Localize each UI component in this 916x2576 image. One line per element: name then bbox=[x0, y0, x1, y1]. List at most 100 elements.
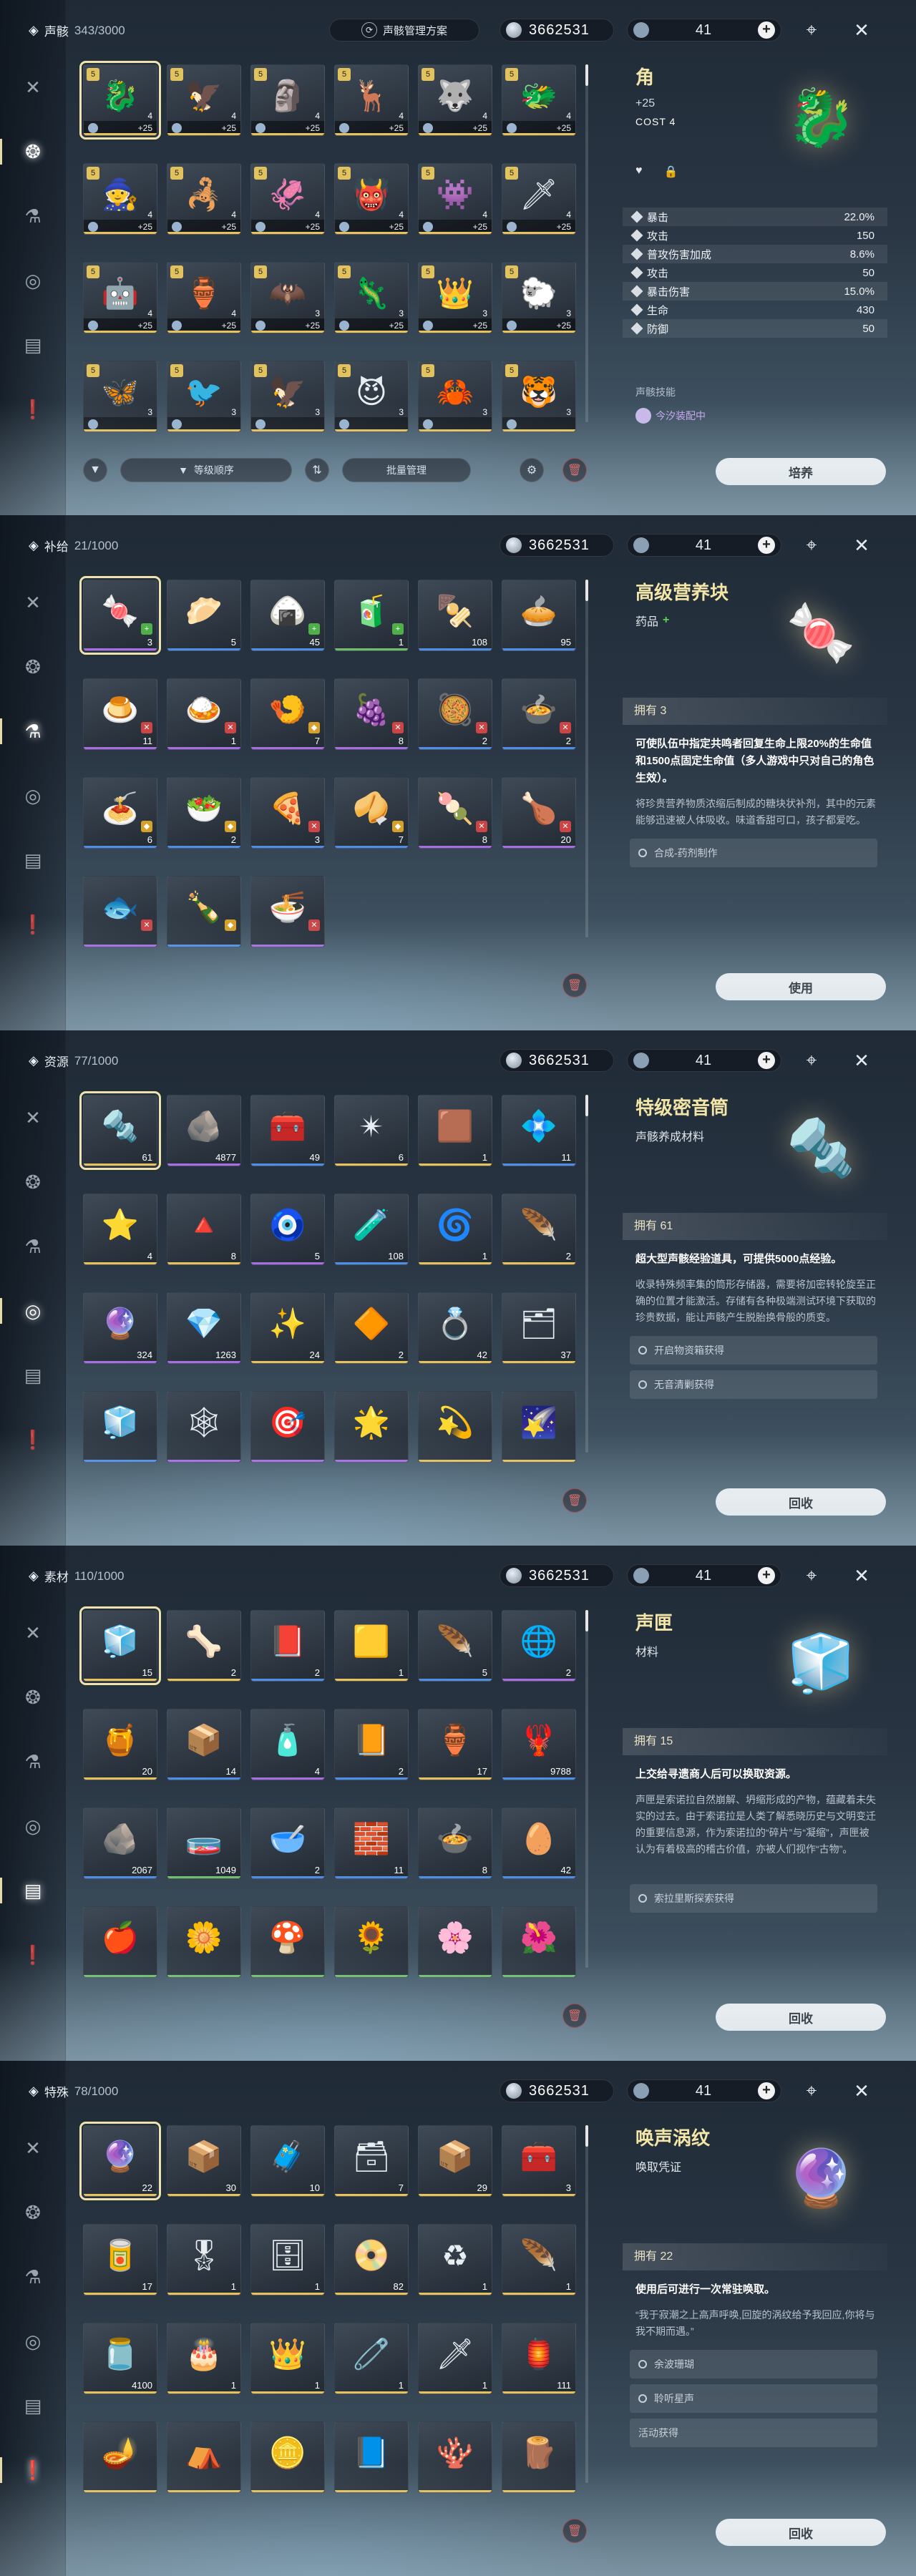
echo-slot[interactable]: 5 👑 3 +25 bbox=[418, 262, 492, 333]
lock-icon[interactable]: 🔒 bbox=[664, 165, 678, 179]
item-source-link[interactable]: 余波珊瑚 bbox=[630, 2350, 877, 2379]
item-source-link[interactable]: 合成-药剂制作 bbox=[630, 839, 877, 867]
item-slot[interactable]: 🍬 + 3 bbox=[79, 576, 161, 655]
item-slot[interactable]: 👑 1 bbox=[250, 2323, 325, 2394]
item-slot[interactable]: 💎 1263 bbox=[167, 1292, 241, 1364]
nav-supplies-capsule-icon[interactable]: ⚗ bbox=[0, 716, 49, 747]
nav-materials-icon[interactable]: ▤ bbox=[17, 2390, 49, 2421]
scroll-thumb[interactable] bbox=[585, 1095, 588, 1116]
item-slot[interactable]: 🦞 9788 bbox=[502, 1709, 576, 1780]
item-slot[interactable]: 🍤 ◆ 7 bbox=[250, 678, 325, 750]
item-slot[interactable]: 🍲 ✕ 2 bbox=[502, 678, 576, 750]
grid-scrollbar[interactable] bbox=[585, 580, 588, 937]
add-waveplate-button[interactable]: + bbox=[758, 21, 775, 39]
echo-slot[interactable]: 5 🐦 3 bbox=[167, 361, 241, 432]
nav-materials-icon[interactable]: ▤ bbox=[17, 1360, 49, 1391]
item-slot[interactable]: ♻ 1 bbox=[418, 2224, 492, 2296]
echo-slot[interactable]: 5 🗡 4 +25 bbox=[502, 163, 576, 235]
item-slot[interactable]: 📕 2 bbox=[250, 1610, 325, 1682]
target-icon[interactable]: ⌖ bbox=[799, 1563, 824, 1589]
item-source-link[interactable]: 聆听星声 bbox=[630, 2384, 877, 2413]
item-slot[interactable]: 🥣 2 bbox=[250, 1807, 325, 1879]
nav-materials-icon[interactable]: ▤ bbox=[17, 844, 49, 876]
echo-slot[interactable]: 5 🦅 4 +25 bbox=[167, 64, 241, 136]
close-icon[interactable]: ✕ bbox=[849, 1563, 874, 1589]
item-slot[interactable]: 🔮 22 bbox=[79, 2122, 161, 2200]
nav-echo-mask-icon[interactable]: ❂ bbox=[0, 136, 49, 167]
item-slot[interactable]: 🍡 ✕ 8 bbox=[418, 777, 492, 849]
item-slot[interactable]: 💫 bbox=[418, 1391, 492, 1463]
item-slot[interactable]: 🍢 108 bbox=[418, 580, 492, 651]
echo-slot[interactable]: 5 🦑 4 +25 bbox=[250, 163, 325, 235]
item-slot[interactable]: 🧴 4 bbox=[250, 1709, 325, 1780]
item-slot[interactable]: ✨ 24 bbox=[250, 1292, 325, 1364]
target-icon[interactable]: ⌖ bbox=[799, 2078, 824, 2104]
echo-slot[interactable]: 5 🐯 3 bbox=[502, 361, 576, 432]
close-icon[interactable]: ✕ bbox=[849, 17, 874, 43]
item-slot[interactable]: 🟨 1 bbox=[334, 1610, 409, 1682]
item-slot[interactable]: 🌼 bbox=[167, 1906, 241, 1978]
nav-supplies-capsule-icon[interactable]: ⚗ bbox=[17, 1746, 49, 1777]
echo-plan-button[interactable]: ⟳ 声骸管理方案 bbox=[329, 19, 479, 42]
item-slot[interactable]: ⛺ bbox=[167, 2421, 241, 2493]
item-slot[interactable]: ⭐ 4 bbox=[83, 1194, 157, 1265]
discard-icon[interactable]: 🗑 bbox=[562, 1488, 587, 1513]
add-waveplate-button[interactable]: + bbox=[758, 2082, 775, 2099]
lock-filter-icon[interactable]: ⚙ bbox=[520, 458, 544, 482]
item-slot[interactable]: 🥠 ◆ 7 bbox=[334, 777, 409, 849]
item-slot[interactable]: 🧷 1 bbox=[334, 2323, 409, 2394]
item-slot[interactable]: 🐟 ✕ bbox=[83, 876, 157, 947]
target-icon[interactable]: ⌖ bbox=[799, 532, 824, 558]
echo-slot[interactable]: 5 🦋 3 bbox=[83, 361, 157, 432]
sort-dropdown[interactable]: ▼ 等级顺序 bbox=[120, 458, 292, 482]
item-slot[interactable]: 🦴 2 bbox=[167, 1610, 241, 1682]
primary-action-button[interactable]: 回收 bbox=[716, 2004, 886, 2031]
nav-crossed-swords-icon[interactable]: ✕ bbox=[17, 72, 49, 103]
nav-special-items-icon[interactable]: ❗ bbox=[17, 1424, 49, 1455]
item-slot[interactable]: 🧰 49 bbox=[250, 1095, 325, 1166]
item-slot[interactable]: 🥗 ◆ 2 bbox=[167, 777, 241, 849]
echo-slot[interactable]: 5 🤖 4 +25 bbox=[83, 262, 157, 333]
item-slot[interactable]: 🌺 bbox=[502, 1906, 576, 1978]
echo-slot[interactable]: 5 🐲 4 +25 bbox=[502, 64, 576, 136]
add-waveplate-button[interactable]: + bbox=[758, 1052, 775, 1069]
close-icon[interactable]: ✕ bbox=[849, 1048, 874, 1073]
add-waveplate-button[interactable]: + bbox=[758, 537, 775, 554]
item-slot[interactable]: 🗡 1 bbox=[418, 2323, 492, 2394]
primary-action-button[interactable]: 回收 bbox=[716, 1488, 886, 1516]
item-slot[interactable]: 🪙 bbox=[250, 2421, 325, 2493]
nav-supplies-capsule-icon[interactable]: ⚗ bbox=[17, 1231, 49, 1262]
add-waveplate-button[interactable]: + bbox=[758, 1567, 775, 1584]
item-slot[interactable]: 🍜 ✕ bbox=[250, 876, 325, 947]
scroll-thumb[interactable] bbox=[585, 64, 588, 86]
nav-supplies-capsule-icon[interactable]: ⚗ bbox=[17, 2261, 49, 2293]
item-slot[interactable]: 🌻 bbox=[334, 1906, 409, 1978]
item-slot[interactable]: 🥫 17 bbox=[83, 2224, 157, 2296]
nav-echo-mask-icon[interactable]: ❂ bbox=[17, 1166, 49, 1198]
item-slot[interactable]: 🥟 5 bbox=[167, 580, 241, 651]
nav-echo-mask-icon[interactable]: ❂ bbox=[17, 2197, 49, 2228]
item-slot[interactable]: 🔺 8 bbox=[167, 1194, 241, 1265]
item-slot[interactable]: 🪔 bbox=[83, 2421, 157, 2493]
sort-order-toggle[interactable]: ⇅ bbox=[305, 458, 329, 482]
discard-icon[interactable]: 🗑 bbox=[562, 458, 587, 482]
item-slot[interactable]: 📦 14 bbox=[167, 1709, 241, 1780]
item-slot[interactable]: 🏺 17 bbox=[418, 1709, 492, 1780]
batch-manage-button[interactable]: 批量管理 bbox=[342, 458, 471, 482]
favorite-icon[interactable]: ♥ bbox=[635, 165, 643, 179]
item-slot[interactable]: 🌐 2 bbox=[502, 1610, 576, 1682]
nav-special-items-icon[interactable]: ❗ bbox=[17, 394, 49, 425]
item-source-link[interactable]: 活动获得 bbox=[630, 2419, 877, 2447]
item-slot[interactable]: 🌠 bbox=[502, 1391, 576, 1463]
item-slot[interactable]: 🫙 4100 bbox=[83, 2323, 157, 2394]
item-slot[interactable]: 🧫 1049 bbox=[167, 1807, 241, 1879]
echo-slot[interactable]: 5 🦇 3 +25 bbox=[250, 262, 325, 333]
filter-button[interactable]: ▼ bbox=[83, 458, 107, 482]
echo-slot[interactable]: 5 🦀 3 bbox=[418, 361, 492, 432]
discard-icon[interactable]: 🗑 bbox=[562, 2004, 587, 2028]
echo-slot[interactable]: 5 🦅 3 bbox=[250, 361, 325, 432]
grid-scrollbar[interactable] bbox=[585, 2125, 588, 2483]
nav-crossed-swords-icon[interactable]: ✕ bbox=[17, 1102, 49, 1133]
item-slot[interactable]: 🟫 1 bbox=[418, 1095, 492, 1166]
nav-resources-icon[interactable]: ◎ bbox=[0, 1295, 49, 1327]
